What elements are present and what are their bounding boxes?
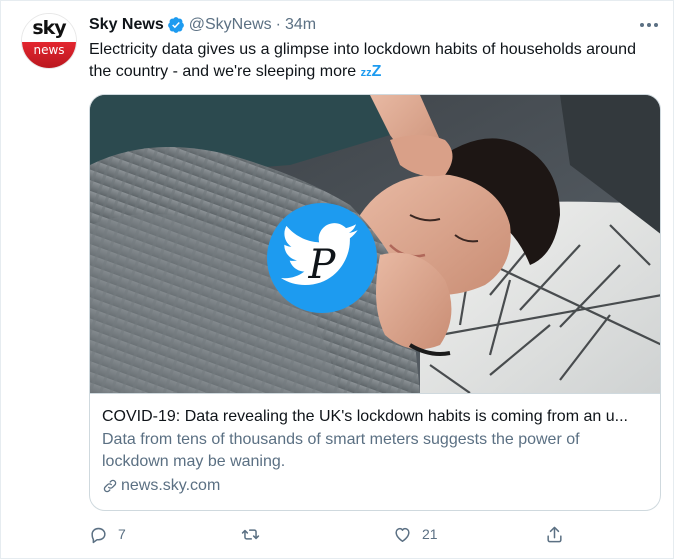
card-image[interactable]: P bbox=[90, 95, 660, 393]
separator-dot: · bbox=[275, 16, 281, 33]
more-dot bbox=[647, 23, 651, 27]
heart-icon bbox=[395, 527, 410, 542]
more-dot bbox=[640, 23, 644, 27]
card-domain-label: news.sky.com bbox=[121, 477, 221, 494]
card-description: Data from tens of thousands of smart met… bbox=[102, 431, 580, 470]
card-title[interactable]: COVID-19: Data revealing the UK's lockdo… bbox=[102, 406, 650, 428]
tweet-actions: 7 21 bbox=[89, 523, 569, 545]
retweet-button[interactable] bbox=[241, 523, 270, 545]
share-icon bbox=[547, 526, 562, 542]
more-options-icon[interactable] bbox=[637, 15, 661, 35]
link-card[interactable]: P COVID-19: Data revealing the UK's lock… bbox=[89, 94, 661, 511]
tweet-text: Electricity data gives us a glimpse into… bbox=[89, 39, 649, 84]
avatar[interactable]: sky news bbox=[21, 13, 77, 69]
like-button[interactable]: 21 bbox=[393, 523, 438, 545]
more-dot bbox=[654, 23, 658, 27]
account-name[interactable]: Sky News bbox=[89, 16, 164, 34]
share-button[interactable] bbox=[545, 523, 564, 545]
tweet-timestamp[interactable]: 34m bbox=[285, 16, 316, 34]
avatar-logo-news: news bbox=[33, 43, 65, 57]
account-handle[interactable]: @SkyNews bbox=[189, 16, 272, 34]
sleeping-emoji-icon: zzZ bbox=[360, 63, 382, 80]
link-icon bbox=[103, 479, 117, 493]
tweet-header: Sky News @SkyNews · 34m bbox=[89, 13, 316, 37]
verified-badge-icon bbox=[167, 17, 184, 33]
tweet[interactable]: sky news Sky News @SkyNews · 34m Electri… bbox=[0, 0, 674, 559]
reply-icon bbox=[91, 527, 106, 543]
reply-count: 7 bbox=[118, 526, 126, 542]
avatar-logo-sky: sky bbox=[32, 17, 66, 39]
like-count: 21 bbox=[422, 526, 438, 542]
card-body[interactable]: COVID-19: Data revealing the UK's lockdo… bbox=[90, 393, 660, 510]
twitter-bird-watermark-icon: P bbox=[267, 203, 377, 313]
reply-button[interactable]: 7 bbox=[89, 523, 126, 545]
watermark-letter: P bbox=[308, 242, 337, 288]
card-domain[interactable]: news.sky.com bbox=[102, 475, 650, 497]
sleeping-woman-photo: P bbox=[90, 95, 660, 393]
retweet-icon bbox=[241, 528, 260, 540]
